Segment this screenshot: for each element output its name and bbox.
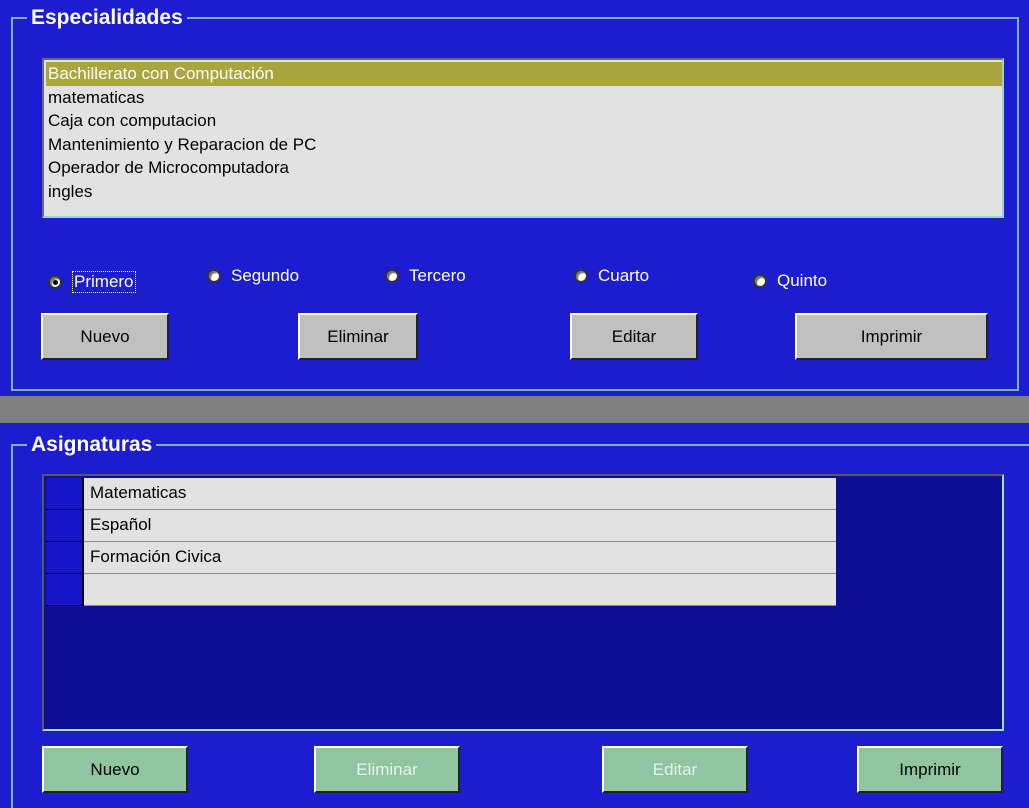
asignaturas-grid[interactable]: Matematicas Español Formación Civica xyxy=(42,474,1004,731)
table-cell[interactable]: Matematicas xyxy=(84,478,836,510)
table-cell[interactable] xyxy=(84,574,836,606)
radio-tercero[interactable]: Tercero xyxy=(385,266,466,286)
radio-cuarto[interactable]: Cuarto xyxy=(574,266,649,286)
table-cell[interactable]: Formación Civica xyxy=(84,542,836,574)
asignaturas-title: Asignaturas xyxy=(27,432,157,458)
list-item[interactable]: Caja con computacion xyxy=(46,109,1002,133)
table-row[interactable]: Formación Civica xyxy=(46,542,836,574)
radio-unchecked-icon xyxy=(385,269,399,283)
radio-label-segundo: Segundo xyxy=(231,266,300,285)
radio-quinto[interactable]: Quinto xyxy=(753,271,827,291)
list-item[interactable]: ingles xyxy=(46,180,1002,204)
asignaturas-eliminar-button[interactable]: Eliminar xyxy=(314,746,460,793)
radio-unchecked-icon xyxy=(574,269,588,283)
table-row[interactable] xyxy=(46,574,836,606)
especialidades-listbox[interactable]: Bachillerato con Computación matematicas… xyxy=(42,58,1004,218)
especialidades-nuevo-button[interactable]: Nuevo xyxy=(41,313,169,360)
radio-unchecked-icon xyxy=(207,269,221,283)
table-cell[interactable]: Español xyxy=(84,510,836,542)
radio-segundo[interactable]: Segundo xyxy=(207,266,299,286)
radio-label-quinto: Quinto xyxy=(777,271,828,290)
radio-primero[interactable]: Primero xyxy=(48,271,136,293)
especialidades-eliminar-button[interactable]: Eliminar xyxy=(298,313,418,360)
table-row[interactable]: Español xyxy=(46,510,836,542)
especialidades-imprimir-button[interactable]: Imprimir xyxy=(795,313,988,360)
row-header[interactable] xyxy=(46,542,84,574)
especialidades-editar-button[interactable]: Editar xyxy=(570,313,698,360)
asignaturas-editar-button[interactable]: Editar xyxy=(602,746,748,793)
radio-checked-icon xyxy=(48,275,62,289)
row-header[interactable] xyxy=(46,574,84,606)
radio-unchecked-icon xyxy=(753,274,767,288)
table-row[interactable]: Matematicas xyxy=(46,478,836,510)
list-item[interactable]: Operador de Microcomputadora xyxy=(46,156,1002,180)
list-item[interactable]: Bachillerato con Computación xyxy=(46,62,1002,86)
asignaturas-imprimir-button[interactable]: Imprimir xyxy=(857,746,1003,793)
row-header[interactable] xyxy=(46,478,84,510)
list-item[interactable]: Mantenimiento y Reparacion de PC xyxy=(46,133,1002,157)
list-item[interactable]: matematicas xyxy=(46,86,1002,110)
radio-label-cuarto: Cuarto xyxy=(598,266,650,285)
section-separator xyxy=(0,396,1029,423)
radio-label-primero: Primero xyxy=(72,271,136,293)
especialidades-title: Especialidades xyxy=(27,5,187,31)
radio-label-tercero: Tercero xyxy=(409,266,466,285)
row-header[interactable] xyxy=(46,510,84,542)
asignaturas-nuevo-button[interactable]: Nuevo xyxy=(42,746,188,793)
